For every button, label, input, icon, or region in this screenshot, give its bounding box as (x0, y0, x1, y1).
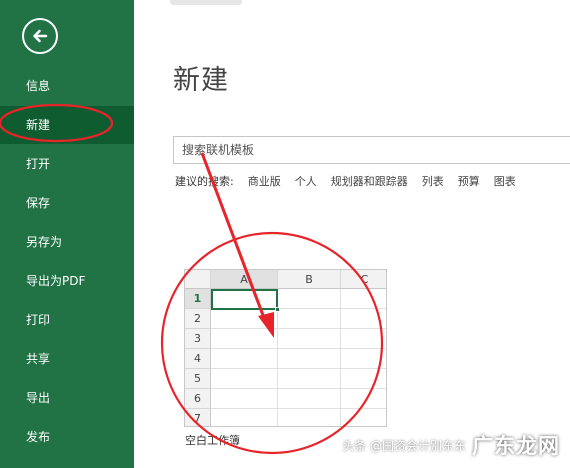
watermark-author: 头条 @国资会计别东东 (342, 438, 466, 453)
sidebar-item-new[interactable]: 新建 (0, 106, 134, 144)
sidebar-item-share[interactable]: 共享 (0, 340, 134, 378)
cell-a6 (211, 389, 278, 409)
suggestion-link-planners[interactable]: 规划器和跟踪器 (331, 175, 408, 188)
column-header-a: A (211, 270, 278, 289)
suggested-searches-label: 建议的搜索: (175, 175, 234, 188)
row-header-5: 5 (185, 369, 211, 389)
cell-b6 (278, 389, 341, 409)
cell-c7 (341, 409, 386, 426)
suggestion-link-budgets[interactable]: 预算 (458, 175, 480, 188)
cell-a5 (211, 369, 278, 389)
selected-cell-a1[interactable] (211, 289, 280, 312)
cell-b3 (278, 329, 341, 349)
column-header-b: B (278, 270, 341, 289)
sidebar-item-export[interactable]: 导出 (0, 379, 134, 417)
row-header-1: 1 (185, 289, 211, 309)
cell-c3 (341, 329, 386, 349)
row-header-3: 3 (185, 329, 211, 349)
suggested-searches: 建议的搜索: 商业版 个人 规划器和跟踪器 列表 预算 图表 (175, 173, 530, 189)
back-button[interactable] (22, 18, 58, 54)
search-input[interactable]: 搜索联机模板 (173, 136, 570, 164)
cell-a7 (211, 409, 278, 426)
suggestion-link-charts[interactable]: 图表 (494, 175, 516, 188)
sidebar-item-export-pdf[interactable]: 导出为PDF (0, 262, 134, 300)
sidebar-item-save[interactable]: 保存 (0, 184, 134, 222)
cell-b4 (278, 349, 341, 369)
top-scroll-strip (170, 0, 242, 5)
suggestion-link-lists[interactable]: 列表 (422, 175, 444, 188)
suggestion-link-personal[interactable]: 个人 (295, 175, 317, 188)
column-header-c: C (341, 270, 386, 289)
watermark: 头条 @国资会计别东东 广东龙网 (342, 430, 560, 460)
cell-b5 (278, 369, 341, 389)
sidebar-item-print[interactable]: 打印 (0, 301, 134, 339)
suggestion-link-business[interactable]: 商业版 (248, 175, 281, 188)
cell-a2 (211, 309, 278, 329)
row-header-7: 7 (185, 409, 211, 426)
row-header-2: 2 (185, 309, 211, 329)
cell-a3 (211, 329, 278, 349)
cell-b7 (278, 409, 341, 426)
fill-handle[interactable] (275, 307, 280, 312)
cell-c4 (341, 349, 386, 369)
back-arrow-icon (33, 29, 48, 43)
cell-c5 (341, 369, 386, 389)
cell-c1 (341, 289, 386, 309)
sidebar-item-publish[interactable]: 发布 (0, 418, 134, 456)
sidebar-item-info[interactable]: 信息 (0, 67, 134, 105)
cell-a4 (211, 349, 278, 369)
blank-workbook-template[interactable]: A B C 1 2 3 4 5 6 7 (184, 269, 387, 427)
backstage-sidebar: 信息 新建 打开 保存 另存为 导出为PDF 打印 共享 导出 发布 (0, 0, 134, 468)
corner-cell (185, 270, 211, 289)
row-header-4: 4 (185, 349, 211, 369)
cell-c2 (341, 309, 386, 329)
cell-b1 (278, 289, 341, 309)
cell-c6 (341, 389, 386, 409)
sidebar-item-open[interactable]: 打开 (0, 145, 134, 183)
cell-b2 (278, 309, 341, 329)
sidebar-item-save-as[interactable]: 另存为 (0, 223, 134, 261)
row-header-6: 6 (185, 389, 211, 409)
page-title: 新建 (173, 65, 229, 96)
excel-backstage-window: 信息 新建 打开 保存 另存为 导出为PDF 打印 共享 导出 发布 新建 搜索… (0, 0, 570, 468)
template-label: 空白工作簿 (185, 434, 240, 447)
watermark-site: 广东龙网 (472, 434, 560, 458)
